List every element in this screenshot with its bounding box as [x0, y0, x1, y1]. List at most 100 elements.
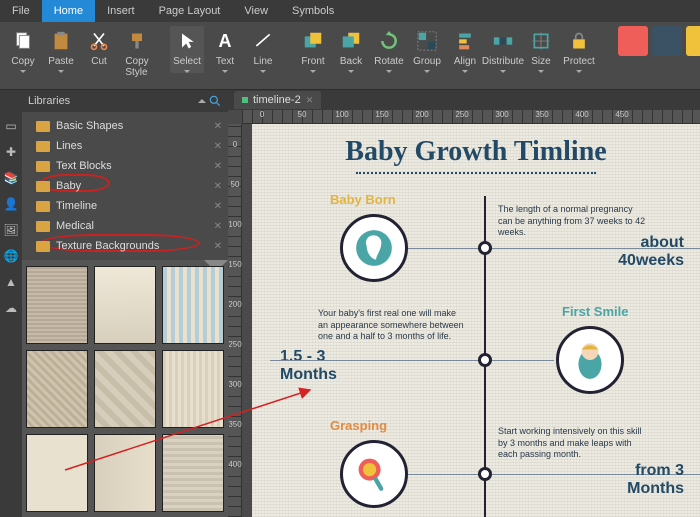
texture-item[interactable]	[162, 350, 224, 428]
cut-button[interactable]: Cut	[82, 26, 116, 67]
front-button[interactable]: Front	[296, 26, 330, 73]
folder-icon	[36, 241, 50, 252]
connector-line	[408, 248, 484, 249]
folder-icon	[36, 121, 50, 132]
rail-image-icon[interactable]: 🖼	[3, 222, 19, 238]
color-swatch-3[interactable]	[686, 26, 700, 56]
library-row[interactable]: Baby ✕	[22, 176, 228, 196]
libraries-title: Libraries	[28, 95, 70, 107]
library-label: Baby	[56, 180, 81, 192]
rotate-button[interactable]: Rotate	[372, 26, 406, 73]
event2-circle	[556, 326, 624, 394]
menu-insert[interactable]: Insert	[95, 0, 147, 22]
copy-button[interactable]: Copy	[6, 26, 40, 73]
close-icon[interactable]: ✕	[214, 241, 222, 252]
close-icon[interactable]: ✕	[214, 181, 222, 192]
select-label: Select	[173, 56, 201, 67]
folder-icon	[36, 141, 50, 152]
texture-item[interactable]	[26, 266, 88, 344]
library-row[interactable]: Texture Backgrounds ✕	[22, 236, 228, 256]
ruler-vertical: 050100150200250300350400	[228, 124, 242, 517]
texture-item[interactable]	[26, 350, 88, 428]
texture-item[interactable]	[162, 266, 224, 344]
event2-desc: Your baby's first real one will make an …	[318, 308, 468, 343]
protect-button[interactable]: Protect	[562, 26, 596, 73]
rattle-icon	[352, 452, 396, 496]
close-icon[interactable]: ✕	[214, 221, 222, 232]
event3-side: from 3 Months	[627, 462, 684, 498]
texture-item[interactable]	[26, 434, 88, 512]
distribute-label: Distribute	[482, 56, 524, 67]
timeline-node	[478, 353, 492, 367]
event3-heading: Grasping	[330, 418, 387, 433]
group-label: Group	[413, 56, 441, 67]
back-button[interactable]: Back	[334, 26, 368, 73]
size-button[interactable]: Size	[524, 26, 558, 73]
baby-fetus-icon	[353, 227, 395, 269]
paste-button[interactable]: Paste	[44, 26, 78, 73]
menu-symbols[interactable]: Symbols	[280, 0, 346, 22]
connector-line	[408, 474, 484, 475]
library-label: Basic Shapes	[56, 120, 123, 132]
event2-heading: First Smile	[562, 304, 628, 319]
event1-circle	[340, 214, 408, 282]
align-label: Align	[454, 56, 476, 67]
library-row[interactable]: Lines ✕	[22, 136, 228, 156]
ruler-horizontal: 050100150200250300350400450	[242, 110, 700, 124]
title-underline	[356, 172, 596, 174]
libraries-dropdown-icon[interactable]	[198, 99, 206, 103]
connector-line	[270, 360, 484, 361]
rail-person-icon[interactable]: 👤	[3, 196, 19, 212]
texture-item[interactable]	[162, 434, 224, 512]
rail-libraries-icon[interactable]: 📚	[3, 170, 19, 186]
page-title: Baby Growth Timline	[270, 136, 682, 168]
color-swatch-1[interactable]	[618, 26, 648, 56]
line-button[interactable]: Line	[246, 26, 280, 73]
texture-item[interactable]	[94, 266, 156, 344]
group-button[interactable]: Group	[410, 26, 444, 73]
library-label: Medical	[56, 220, 94, 232]
close-icon[interactable]: ✕	[214, 141, 222, 152]
text-button[interactable]: AText	[208, 26, 242, 73]
library-row[interactable]: Basic Shapes ✕	[22, 116, 228, 136]
rail-triangle-icon[interactable]: ▲	[3, 274, 19, 290]
search-icon[interactable]	[208, 94, 222, 108]
close-tab-icon[interactable]: ✕	[306, 95, 314, 106]
copystyle-button[interactable]: Copy Style	[120, 26, 154, 78]
rail-cloud-icon[interactable]: ☁	[3, 300, 19, 316]
texture-item[interactable]	[94, 350, 156, 428]
texture-item[interactable]	[94, 434, 156, 512]
menu-home[interactable]: Home	[42, 0, 95, 22]
library-label: Lines	[56, 140, 82, 152]
rail-shapes-icon[interactable]: ▭	[3, 118, 19, 134]
event3-circle	[340, 440, 408, 508]
close-icon[interactable]: ✕	[214, 161, 222, 172]
distribute-button[interactable]: Distribute	[486, 26, 520, 73]
library-row[interactable]: Text Blocks✕	[22, 156, 228, 176]
color-swatch-2[interactable]	[652, 26, 682, 56]
menu-pagelayout[interactable]: Page Layout	[147, 0, 233, 22]
front-label: Front	[301, 56, 324, 67]
rotate-label: Rotate	[374, 56, 403, 67]
paste-label: Paste	[48, 56, 74, 67]
close-icon[interactable]: ✕	[214, 201, 222, 212]
folder-icon	[36, 161, 50, 172]
close-icon[interactable]: ✕	[214, 121, 222, 132]
select-button[interactable]: Select	[170, 26, 204, 73]
event1-heading: Baby Born	[330, 192, 396, 207]
library-label: Texture Backgrounds	[56, 240, 159, 252]
align-button[interactable]: Align	[448, 26, 482, 73]
rail-chart-icon[interactable]: 🌐	[3, 248, 19, 264]
menu-view[interactable]: View	[232, 0, 280, 22]
menu-file[interactable]: File	[0, 0, 42, 22]
library-row[interactable]: Medical ✕	[22, 216, 228, 236]
library-label: Timeline	[56, 200, 97, 212]
document-tab[interactable]: timeline-2 ✕	[234, 91, 321, 109]
text-label: Text	[216, 56, 234, 67]
copystyle-label: Copy Style	[125, 56, 148, 78]
timeline-node	[478, 467, 492, 481]
rail-connector-icon[interactable]: ✚	[3, 144, 19, 160]
folder-icon	[36, 181, 50, 192]
library-row[interactable]: Timeline ✕	[22, 196, 228, 216]
canvas-page[interactable]: Baby Growth Timline Baby Born The length…	[252, 124, 700, 517]
